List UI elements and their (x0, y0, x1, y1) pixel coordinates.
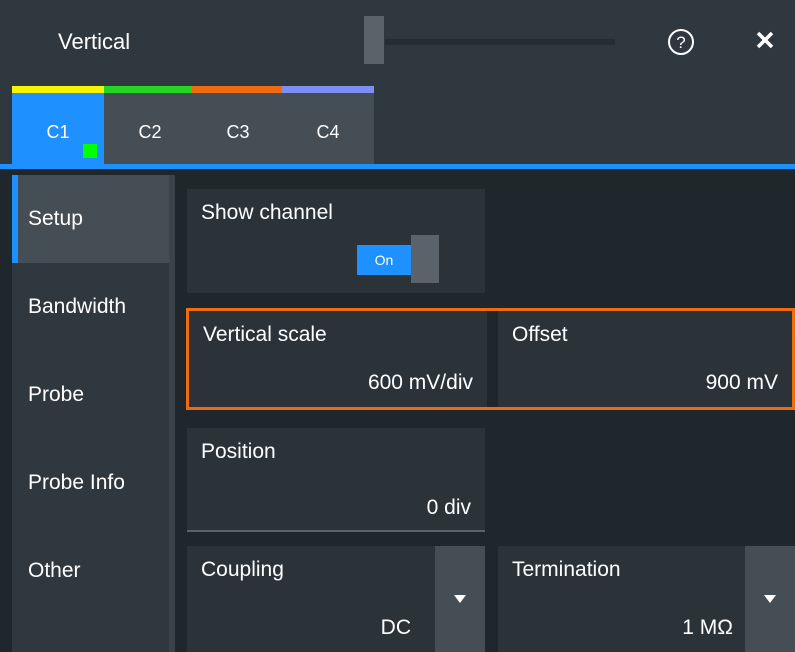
termination-label: Termination (512, 558, 621, 581)
offset-field[interactable]: Offset 900 mV (498, 311, 792, 407)
chevron-down-icon (454, 595, 466, 603)
dialog-header: Vertical ? (0, 0, 795, 86)
svg-text:?: ? (676, 33, 685, 52)
tab-c4-color (282, 86, 374, 93)
chevron-down-icon (764, 595, 776, 603)
active-bar (12, 175, 18, 263)
vertical-scale-field[interactable]: Vertical scale 600 mV/div (189, 311, 487, 407)
tab-label: C1 (46, 122, 70, 142)
sidebar-item-label: Setup (28, 207, 83, 230)
coupling-dropdown-button[interactable] (435, 546, 485, 652)
tab-label: C3 (226, 122, 250, 142)
channel-tabs: C1 C2 C3 C4 (0, 86, 795, 169)
sidebar-item-label: Probe Info (28, 471, 125, 494)
tab-c4[interactable]: C4 (282, 86, 374, 164)
sidebar-item-probe[interactable]: Probe (12, 351, 169, 439)
coupling-label: Coupling (201, 558, 284, 581)
toggle-knob (411, 235, 439, 283)
transparency-slider-track[interactable] (385, 39, 615, 45)
tab-label: C2 (138, 122, 162, 142)
sidebar-item-label: Other (28, 559, 81, 582)
sidebar-item-label: Probe (28, 383, 85, 406)
sidebar-item-other[interactable]: Other (12, 527, 169, 615)
position-label: Position (201, 440, 276, 463)
tab-label: C4 (316, 122, 340, 142)
vertical-scale-label: Vertical scale (203, 323, 327, 346)
position-field[interactable]: Position 0 div (187, 428, 485, 532)
sidebar: Setup Bandwidth Probe Probe Info Other (12, 175, 169, 652)
transparency-slider-handle[interactable] (364, 16, 384, 64)
position-underline (187, 530, 485, 532)
tab-c3[interactable]: C3 (192, 86, 284, 164)
termination-dropdown-button[interactable] (745, 546, 795, 652)
close-icon[interactable] (754, 29, 776, 51)
tab-c3-color (192, 86, 284, 93)
tab-c1-color (12, 86, 104, 93)
sidebar-divider (169, 175, 175, 652)
toggle-on-state: On (357, 245, 411, 275)
channel-active-indicator (83, 144, 97, 158)
sidebar-item-bandwidth[interactable]: Bandwidth (12, 263, 169, 351)
show-channel-toggle[interactable]: On (357, 235, 441, 283)
sidebar-item-setup[interactable]: Setup (12, 175, 169, 263)
sidebar-item-probe-info[interactable]: Probe Info (12, 439, 169, 527)
tab-c2[interactable]: C2 (104, 86, 196, 164)
vertical-scale-value: 600 mV/div (367, 371, 473, 394)
help-circle-icon[interactable]: ? (667, 28, 695, 56)
show-channel-label: Show channel (201, 201, 333, 224)
sidebar-item-label: Bandwidth (28, 295, 127, 318)
offset-value: 900 mV (705, 371, 778, 394)
dialog-title: Vertical (58, 29, 131, 54)
offset-label: Offset (512, 323, 568, 346)
coupling-value: DC (380, 616, 411, 639)
tab-underline (0, 164, 795, 169)
position-value: 0 div (426, 496, 471, 519)
termination-value: 1 MΩ (682, 616, 733, 639)
tab-c2-color (104, 86, 196, 93)
tab-c1[interactable]: C1 (12, 86, 104, 164)
